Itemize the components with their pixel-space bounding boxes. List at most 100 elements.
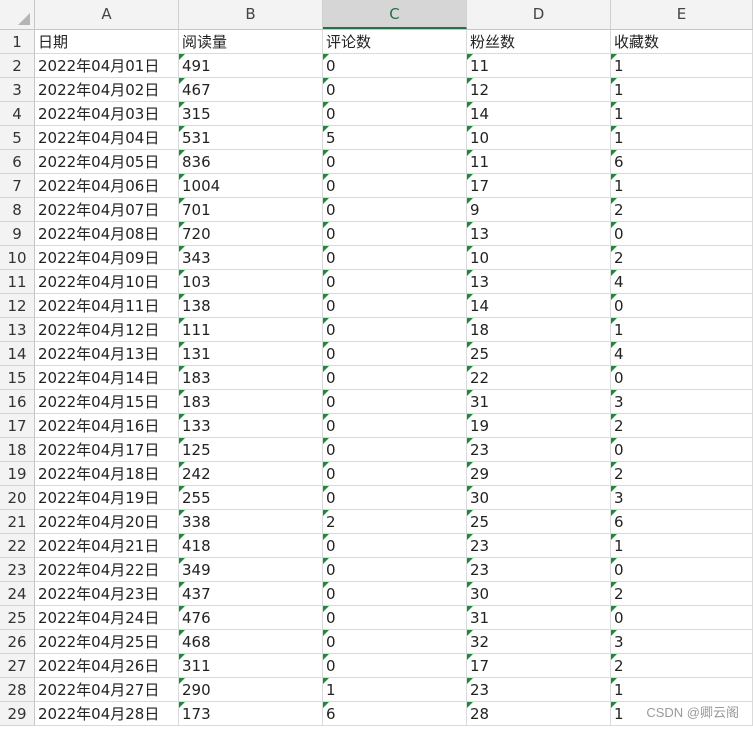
cell-b[interactable]: 315 (179, 102, 323, 126)
column-header-e[interactable]: E (611, 0, 753, 29)
column-header-c[interactable]: C (323, 0, 467, 29)
cell-c[interactable]: 0 (323, 102, 467, 126)
cell-e[interactable]: 1 (611, 102, 753, 126)
cell-c[interactable]: 0 (323, 366, 467, 390)
cell-e[interactable]: 1 (611, 126, 753, 150)
cell-d[interactable]: 12 (467, 78, 611, 102)
select-all-button[interactable] (0, 0, 35, 29)
cell-b[interactable]: 111 (179, 318, 323, 342)
cell-d[interactable]: 18 (467, 318, 611, 342)
cell-c[interactable]: 5 (323, 126, 467, 150)
cell-e[interactable]: 3 (611, 486, 753, 510)
cell-e[interactable]: 4 (611, 342, 753, 366)
cell-e[interactable]: 2 (611, 246, 753, 270)
cell-d[interactable]: 17 (467, 654, 611, 678)
cell-c[interactable]: 0 (323, 534, 467, 558)
cell-d[interactable]: 13 (467, 270, 611, 294)
cell-e[interactable]: 0 (611, 438, 753, 462)
row-number[interactable]: 19 (0, 462, 35, 486)
cell-c[interactable]: 0 (323, 390, 467, 414)
cell-e[interactable]: 0 (611, 294, 753, 318)
cell-e[interactable]: 3 (611, 390, 753, 414)
row-number[interactable]: 14 (0, 342, 35, 366)
cell-b[interactable]: 255 (179, 486, 323, 510)
cell-e[interactable]: 1 (611, 78, 753, 102)
cell-d[interactable]: 23 (467, 558, 611, 582)
cell-e[interactable]: 2 (611, 414, 753, 438)
row-number[interactable]: 27 (0, 654, 35, 678)
cell-a[interactable]: 2022年04月20日 (35, 510, 179, 534)
cell-c[interactable]: 0 (323, 174, 467, 198)
cell-e[interactable]: 0 (611, 366, 753, 390)
cell-c[interactable]: 0 (323, 438, 467, 462)
cell-e[interactable]: 1 (611, 174, 753, 198)
row-number[interactable]: 9 (0, 222, 35, 246)
cell-a[interactable]: 2022年04月16日 (35, 414, 179, 438)
cell-e[interactable]: 2 (611, 654, 753, 678)
cell-a[interactable]: 2022年04月01日 (35, 54, 179, 78)
cell-e[interactable]: 2 (611, 582, 753, 606)
cell-a[interactable]: 2022年04月18日 (35, 462, 179, 486)
cell-a[interactable]: 2022年04月24日 (35, 606, 179, 630)
cell-a[interactable]: 2022年04月14日 (35, 366, 179, 390)
cell-d[interactable]: 10 (467, 126, 611, 150)
cell-b[interactable]: 343 (179, 246, 323, 270)
row-number[interactable]: 25 (0, 606, 35, 630)
row-number[interactable]: 8 (0, 198, 35, 222)
cell-c[interactable]: 1 (323, 678, 467, 702)
cell-a[interactable]: 2022年04月17日 (35, 438, 179, 462)
column-header-d[interactable]: D (467, 0, 611, 29)
cell-e[interactable]: 6 (611, 150, 753, 174)
cell-d[interactable]: 31 (467, 390, 611, 414)
row-number[interactable]: 5 (0, 126, 35, 150)
header-cell-a[interactable]: 日期 (35, 30, 179, 54)
cell-b[interactable]: 418 (179, 534, 323, 558)
row-number[interactable]: 29 (0, 702, 35, 726)
cell-e[interactable]: 0 (611, 606, 753, 630)
row-number[interactable]: 12 (0, 294, 35, 318)
cell-e[interactable]: 3 (611, 630, 753, 654)
cell-c[interactable]: 0 (323, 558, 467, 582)
cell-b[interactable]: 531 (179, 126, 323, 150)
cell-c[interactable]: 0 (323, 222, 467, 246)
cell-b[interactable]: 1004 (179, 174, 323, 198)
header-cell-d[interactable]: 粉丝数 (467, 30, 611, 54)
cell-a[interactable]: 2022年04月23日 (35, 582, 179, 606)
cell-a[interactable]: 2022年04月05日 (35, 150, 179, 174)
row-number[interactable]: 24 (0, 582, 35, 606)
cell-a[interactable]: 2022年04月21日 (35, 534, 179, 558)
cell-b[interactable]: 338 (179, 510, 323, 534)
cell-c[interactable]: 0 (323, 630, 467, 654)
cell-e[interactable]: 1 (611, 54, 753, 78)
cell-d[interactable]: 28 (467, 702, 611, 726)
cell-d[interactable]: 30 (467, 486, 611, 510)
cell-b[interactable]: 131 (179, 342, 323, 366)
cell-a[interactable]: 2022年04月26日 (35, 654, 179, 678)
cell-a[interactable]: 2022年04月27日 (35, 678, 179, 702)
cell-d[interactable]: 25 (467, 510, 611, 534)
row-number[interactable]: 22 (0, 534, 35, 558)
cell-b[interactable]: 133 (179, 414, 323, 438)
cell-b[interactable]: 476 (179, 606, 323, 630)
cell-a[interactable]: 2022年04月22日 (35, 558, 179, 582)
cell-c[interactable]: 0 (323, 462, 467, 486)
cell-e[interactable]: 4 (611, 270, 753, 294)
cell-e[interactable]: 2 (611, 198, 753, 222)
cell-b[interactable]: 491 (179, 54, 323, 78)
cell-b[interactable]: 290 (179, 678, 323, 702)
row-number[interactable]: 15 (0, 366, 35, 390)
row-number[interactable]: 20 (0, 486, 35, 510)
header-cell-c[interactable]: 评论数 (323, 30, 467, 54)
cell-b[interactable]: 467 (179, 78, 323, 102)
row-number[interactable]: 23 (0, 558, 35, 582)
cell-d[interactable]: 30 (467, 582, 611, 606)
cell-a[interactable]: 2022年04月08日 (35, 222, 179, 246)
cell-c[interactable]: 0 (323, 654, 467, 678)
cell-c[interactable]: 0 (323, 606, 467, 630)
cell-d[interactable]: 23 (467, 438, 611, 462)
row-number[interactable]: 3 (0, 78, 35, 102)
cell-d[interactable]: 23 (467, 678, 611, 702)
cell-a[interactable]: 2022年04月04日 (35, 126, 179, 150)
cell-c[interactable]: 2 (323, 510, 467, 534)
cell-a[interactable]: 2022年04月11日 (35, 294, 179, 318)
